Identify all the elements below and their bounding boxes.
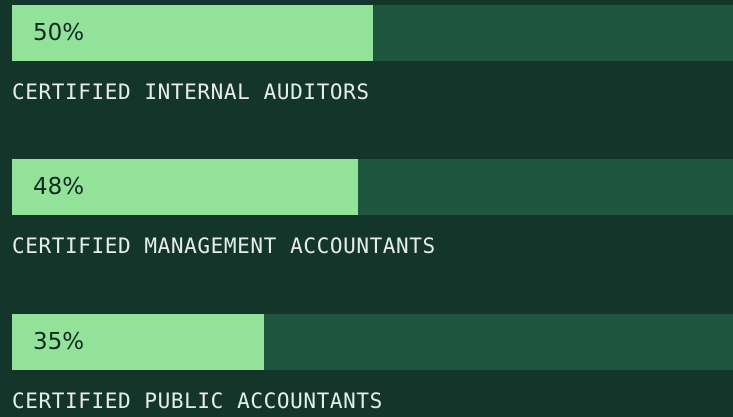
stat-item-management-accountants: 48% CERTIFIED MANAGEMENT ACCOUNTANTS	[12, 159, 733, 258]
stat-label: CERTIFIED PUBLIC ACCOUNTANTS	[12, 389, 383, 413]
stat-item-internal-auditors: 50% CERTIFIED INTERNAL AUDITORS	[12, 5, 733, 104]
progress-track: 50%	[12, 5, 733, 61]
stat-label: CERTIFIED INTERNAL AUDITORS	[12, 80, 370, 104]
stat-item-public-accountants: 35% CERTIFIED PUBLIC ACCOUNTANTS	[12, 314, 733, 413]
progress-track: 48%	[12, 159, 733, 215]
percent-value: 48%	[33, 174, 85, 200]
percent-value: 35%	[33, 329, 85, 355]
progress-track: 35%	[12, 314, 733, 370]
percent-value: 50%	[33, 20, 85, 46]
stats-panel: { "colors": { "background": "#14352a", "…	[0, 0, 733, 417]
stat-label: CERTIFIED MANAGEMENT ACCOUNTANTS	[12, 234, 436, 258]
